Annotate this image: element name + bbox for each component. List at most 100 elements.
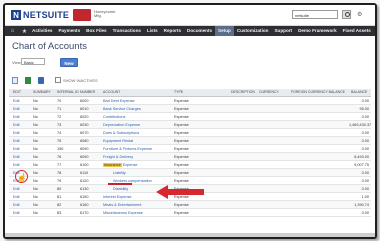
account-link[interactable]: Equipment Rental	[103, 139, 133, 143]
account-link[interactable]: Bank Service Charges	[103, 107, 141, 111]
show-inactives-toggle[interactable]: SHOW INACTIVES	[55, 77, 98, 83]
nav-item-box-files[interactable]: Box Files	[83, 26, 109, 36]
number-cell: 6070	[80, 130, 89, 135]
nav-item-fixed-assets[interactable]: Fixed Assets	[340, 26, 374, 36]
search-icon[interactable]	[342, 10, 351, 19]
edit-link[interactable]: Edit	[13, 195, 20, 199]
column-header-account[interactable]: ACCOUNT	[103, 90, 120, 94]
account-link[interactable]: Disability	[113, 187, 128, 191]
horizontal-scrollbar[interactable]	[5, 233, 375, 237]
account-link[interactable]: Workers compensation	[113, 179, 152, 183]
column-header-balance[interactable]: BALANCE	[351, 90, 367, 94]
number-cell: 6000	[80, 98, 89, 103]
table-row: Edit No 150 6090 Furniture & Fixtures Expens…	[9, 145, 371, 153]
main-nav: ⌂ ★ Activities Payments Box Files Transacti…	[5, 26, 375, 36]
edit-link[interactable]: Edit	[13, 115, 20, 119]
internal-id-cell: 82	[57, 202, 62, 207]
nav-item-documents[interactable]: Documents	[184, 26, 215, 36]
account-link[interactable]: Depreciation Expense	[103, 123, 140, 127]
column-header-description[interactable]: DESCRIPTION	[231, 90, 255, 94]
summary-cell: No	[33, 154, 38, 159]
internal-id-cell: 79	[57, 178, 62, 183]
internal-id-cell: 78	[57, 170, 62, 175]
print-icon[interactable]	[38, 76, 44, 84]
summary-cell: No	[33, 122, 38, 127]
nav-item-reports[interactable]: Reports	[161, 26, 184, 36]
edit-link[interactable]: Edit	[13, 155, 20, 159]
internal-id-cell: 76	[57, 154, 62, 159]
account-link[interactable]: Contributions	[103, 115, 125, 119]
summary-cell: No	[33, 202, 38, 207]
table-row: Edit No 70 6000 Bad Debt Expense Expense 0.00	[9, 97, 371, 105]
summary-cell: No	[33, 194, 38, 199]
balance-cell: 8,493.00	[354, 154, 369, 159]
edit-link[interactable]: Edit	[13, 187, 20, 191]
new-button[interactable]: New	[60, 58, 78, 67]
internal-id-cell: 71	[57, 106, 62, 111]
nav-item-payments[interactable]: Payments	[55, 26, 83, 36]
number-cell: 6110	[80, 170, 89, 175]
gear-icon[interactable]: ⚙	[357, 11, 362, 18]
column-header-internal-id[interactable]: INTERNAL ID	[57, 90, 79, 94]
type-cell: Expense	[174, 138, 189, 143]
edit-link[interactable]: Edit	[13, 99, 20, 103]
nav-item-support[interactable]: Support	[271, 26, 295, 36]
balance-cell: 0.00	[361, 130, 369, 135]
star-icon[interactable]: ★	[20, 27, 29, 35]
internal-id-cell: 80	[57, 186, 62, 191]
account-link[interactable]: Insurance Expense	[103, 162, 138, 167]
account-link[interactable]: Liability	[113, 171, 126, 175]
show-inactives-checkbox[interactable]	[55, 77, 61, 83]
column-header-edit[interactable]: EDIT	[13, 90, 21, 94]
balance-cell: 95.00	[359, 106, 369, 111]
column-header-summary[interactable]: SUMMARY	[33, 90, 51, 94]
nav-item-demo-framework[interactable]: Demo Framework	[295, 26, 340, 36]
nav-item-setup[interactable]: Setup	[215, 26, 234, 36]
balance-cell: 0.00	[361, 186, 369, 191]
edit-link[interactable]: Edit	[13, 203, 20, 207]
type-cell: Expense	[174, 178, 189, 183]
table-row: Edit No 82 6160 Meals & Entertainment Expense…	[9, 201, 371, 209]
edit-link[interactable]: Edit	[13, 131, 20, 135]
logo-icon: N	[11, 10, 21, 20]
summary-cell: No	[33, 114, 38, 119]
edit-link[interactable]: Edit	[13, 107, 20, 111]
balance-cell: 5,007.75	[354, 162, 369, 167]
account-link[interactable]: Furniture & Fixtures Expense	[103, 147, 152, 151]
nav-item-activities[interactable]: Activities	[29, 26, 55, 36]
column-header-foreign-currency-balance[interactable]: FOREIGN CURRENCY BALANCE	[291, 90, 345, 94]
home-icon[interactable]: ⌂	[8, 27, 17, 35]
type-cell: Expense	[174, 162, 189, 167]
account-link[interactable]: Freight & Delivery	[103, 155, 133, 159]
nav-item-customization[interactable]: Customization	[234, 26, 272, 36]
number-cell: 6090	[80, 146, 89, 151]
account-link[interactable]: Miscellaneous Expense	[103, 211, 143, 215]
column-header-number[interactable]: NUMBER	[80, 90, 95, 94]
balance-cell: 0.00	[361, 146, 369, 151]
nav-item-lists[interactable]: Lists	[144, 26, 161, 36]
nav-item-transactions[interactable]: Transactions	[110, 26, 144, 36]
type-cell: Expense	[174, 106, 189, 111]
search-highlight: Insurance	[103, 162, 122, 167]
account-link[interactable]: Dues & Subscriptions	[103, 131, 139, 135]
global-search-input[interactable]: netsuite	[292, 10, 338, 19]
edit-link[interactable]: Edit	[13, 147, 20, 151]
account-link[interactable]: Meals & Entertainment	[103, 203, 141, 207]
account-link[interactable]: Bad Debt Expense	[103, 99, 135, 103]
edit-link[interactable]: Edit	[13, 123, 20, 127]
view-select[interactable]: Basic	[21, 58, 45, 65]
header-bar: N NETSUITE Honeycomb Mfg. netsuite ⚙	[5, 5, 375, 26]
edit-link[interactable]: Edit	[13, 163, 20, 167]
export-csv-icon[interactable]	[12, 76, 18, 84]
balance-cell: 0.00	[361, 210, 369, 215]
export-excel-icon[interactable]	[25, 76, 31, 84]
edit-link[interactable]: Edit	[13, 211, 20, 215]
type-cell: Expense	[174, 170, 189, 175]
summary-cell: No	[33, 98, 38, 103]
account-link[interactable]: Interest Expense	[103, 195, 132, 199]
balance-cell: 0.00	[361, 98, 369, 103]
netsuite-logo[interactable]: N NETSUITE	[11, 9, 69, 21]
column-header-type[interactable]: TYPE	[174, 90, 183, 94]
edit-link[interactable]: Edit	[13, 139, 20, 143]
column-header-currency[interactable]: CURRENCY	[259, 90, 279, 94]
